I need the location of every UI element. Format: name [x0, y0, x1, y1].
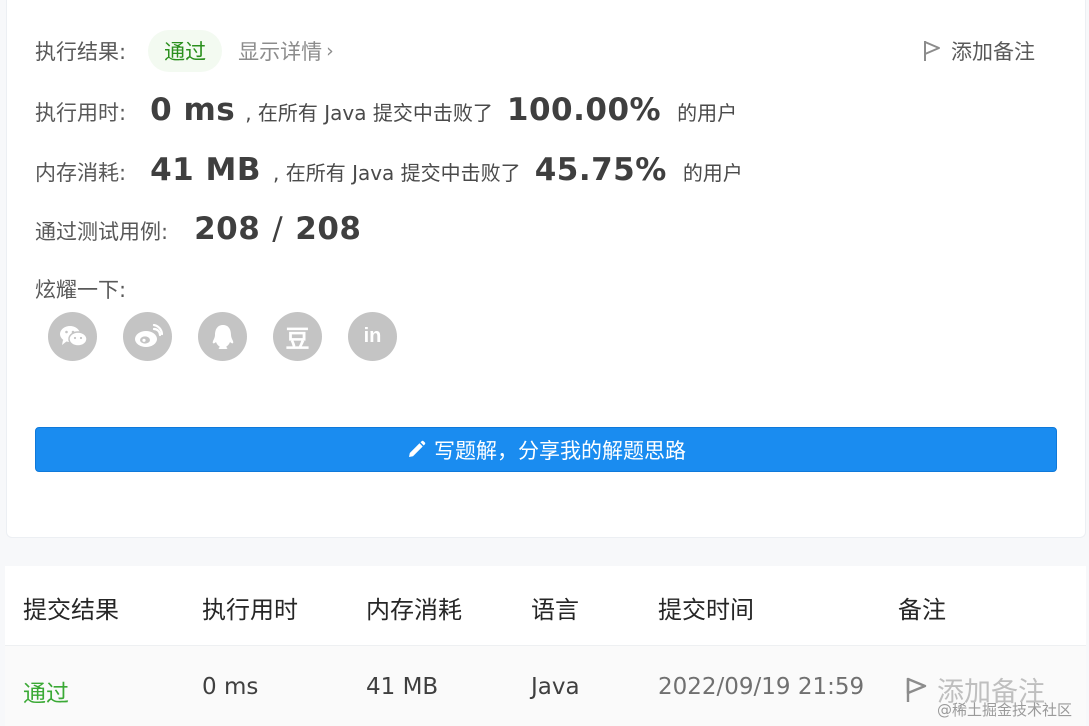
runtime-percent: 100.00% [506, 92, 662, 128]
result-card: 执行结果: 通过 显示详情 › 添加备注 执行用时: 0 ms , 在所有 Ja… [6, 0, 1086, 538]
header-note: 备注 [898, 596, 946, 624]
flag-icon [924, 41, 940, 61]
row-memory: 41 MB [366, 674, 439, 700]
runtime-row: 执行用时: 0 ms , 在所有 Java 提交中击败了 100.00% 的用户 [35, 92, 737, 128]
memory-value: 41 MB [150, 152, 261, 188]
memory-percent: 45.75% [534, 152, 667, 188]
tests-passed: 208 [194, 211, 261, 247]
memory-beat-text: , 在所有 Java 提交中击败了 [273, 161, 521, 185]
tests-label: 通过测试用例: [35, 220, 169, 244]
tests-separator: / [272, 211, 284, 247]
share-icons: 豆 in [48, 312, 423, 361]
header-result: 提交结果 [23, 596, 119, 624]
runtime-value: 0 ms [150, 92, 236, 128]
row-result-link[interactable]: 通过 [23, 674, 69, 708]
share-label: 炫耀一下: [35, 278, 127, 302]
header-runtime: 执行用时 [202, 596, 298, 624]
runtime-suffix: 的用户 [677, 101, 738, 125]
header-submit-time: 提交时间 [658, 596, 754, 624]
header-memory: 内存消耗 [366, 596, 462, 624]
row-runtime: 0 ms [202, 674, 259, 700]
qq-icon[interactable] [198, 312, 247, 361]
douban-icon[interactable]: 豆 [273, 312, 322, 361]
result-status-badge: 通过 [148, 30, 223, 72]
linkedin-icon[interactable]: in [348, 312, 397, 361]
show-details-link[interactable]: 显示详情 [238, 36, 322, 66]
tests-row: 通过测试用例: 208 / 208 [35, 211, 361, 247]
weibo-icon[interactable] [123, 312, 172, 361]
flag-icon [906, 677, 927, 702]
watermark: @稀土掘金技术社区 [936, 701, 1072, 719]
share-row: 炫耀一下: [35, 274, 126, 304]
header-language: 语言 [531, 596, 579, 624]
wechat-icon[interactable] [48, 312, 97, 361]
add-note-button[interactable]: 添加备注 [923, 36, 1035, 66]
pencil-icon [409, 440, 426, 457]
linkedin-glyph: in [363, 325, 382, 347]
runtime-label: 执行用时: [35, 101, 127, 125]
add-note-label: 添加备注 [951, 40, 1035, 64]
result-label: 执行结果: [35, 40, 127, 64]
write-solution-label: 写题解，分享我的解题思路 [434, 438, 686, 463]
result-row: 执行结果: 通过 显示详情 › [35, 30, 334, 72]
tests-total: 208 [295, 211, 362, 247]
write-solution-button[interactable]: 写题解，分享我的解题思路 [35, 427, 1057, 472]
memory-suffix: 的用户 [682, 161, 743, 185]
row-submit-time: 2022/09/19 21:59 [658, 674, 865, 700]
memory-row: 内存消耗: 41 MB , 在所有 Java 提交中击败了 45.75% 的用户 [35, 152, 743, 188]
chevron-right-icon[interactable]: › [326, 40, 334, 62]
douban-glyph: 豆 [285, 325, 310, 353]
runtime-beat-text: , 在所有 Java 提交中击败了 [245, 101, 493, 125]
row-language: Java [531, 674, 580, 700]
memory-label: 内存消耗: [35, 161, 127, 185]
submission-table: 提交结果 执行用时 内存消耗 语言 提交时间 备注 通过 0 ms 41 MB … [5, 566, 1086, 726]
